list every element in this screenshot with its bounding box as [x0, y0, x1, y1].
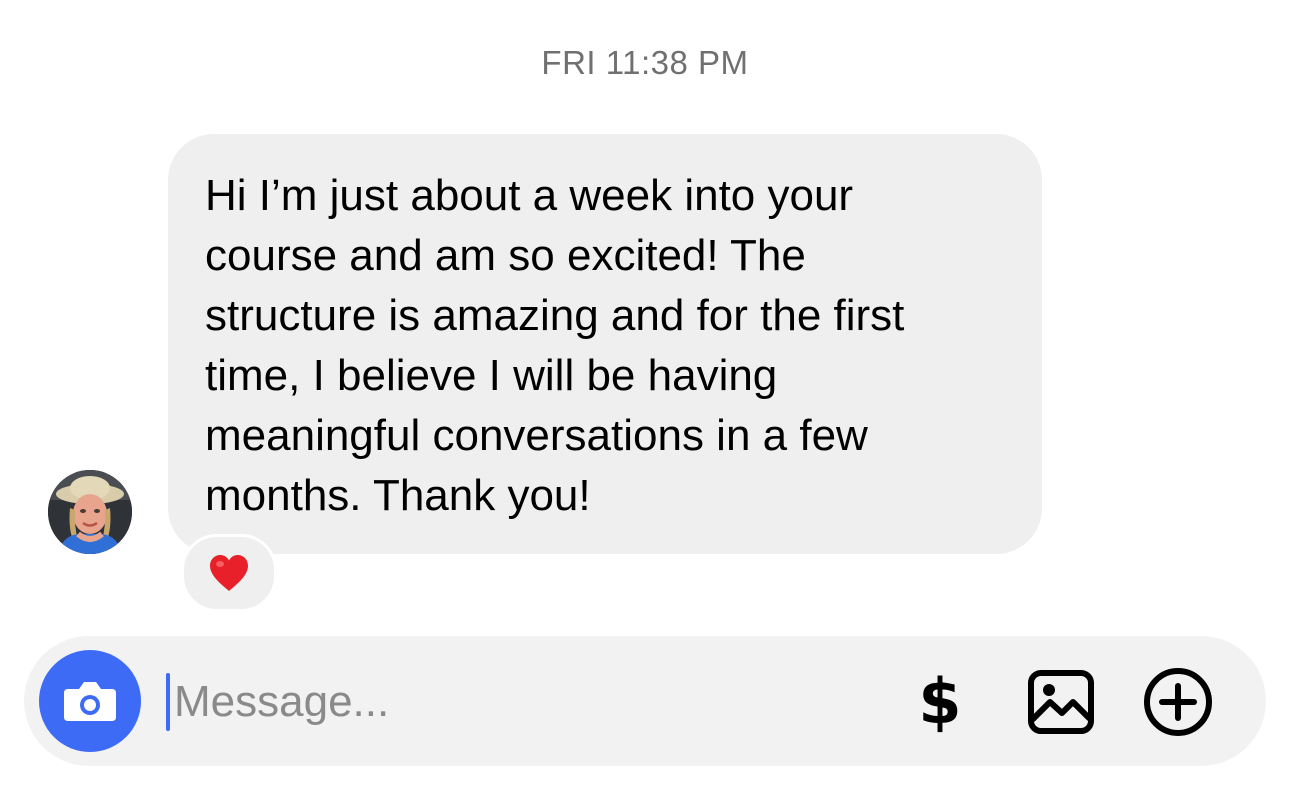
plus-circle-icon — [1144, 668, 1212, 736]
camera-button[interactable] — [39, 650, 141, 752]
gallery-icon — [1028, 670, 1094, 734]
message-input[interactable] — [174, 672, 734, 732]
more-options-button[interactable] — [1142, 666, 1214, 738]
message-composer: $ — [24, 636, 1266, 766]
payment-button[interactable]: $ — [904, 666, 976, 738]
gallery-button[interactable] — [1025, 666, 1097, 738]
message-timestamp: FRI 11:38 PM — [541, 44, 749, 81]
dollar-icon: $ — [918, 665, 962, 738]
heart-icon — [210, 555, 248, 591]
heart-reaction[interactable]: ❤️ — [181, 534, 277, 612]
avatar-photo-icon — [48, 470, 132, 554]
camera-icon — [64, 682, 116, 721]
message-text: Hi I’m just about a week into your cours… — [205, 171, 905, 520]
received-message-bubble[interactable]: Hi I’m just about a week into your cours… — [168, 134, 1042, 554]
text-caret — [166, 673, 170, 731]
sender-avatar[interactable] — [48, 470, 132, 554]
chat-screen: FRI 11:38 PM Hi I’m just about a week in… — [0, 0, 1290, 788]
